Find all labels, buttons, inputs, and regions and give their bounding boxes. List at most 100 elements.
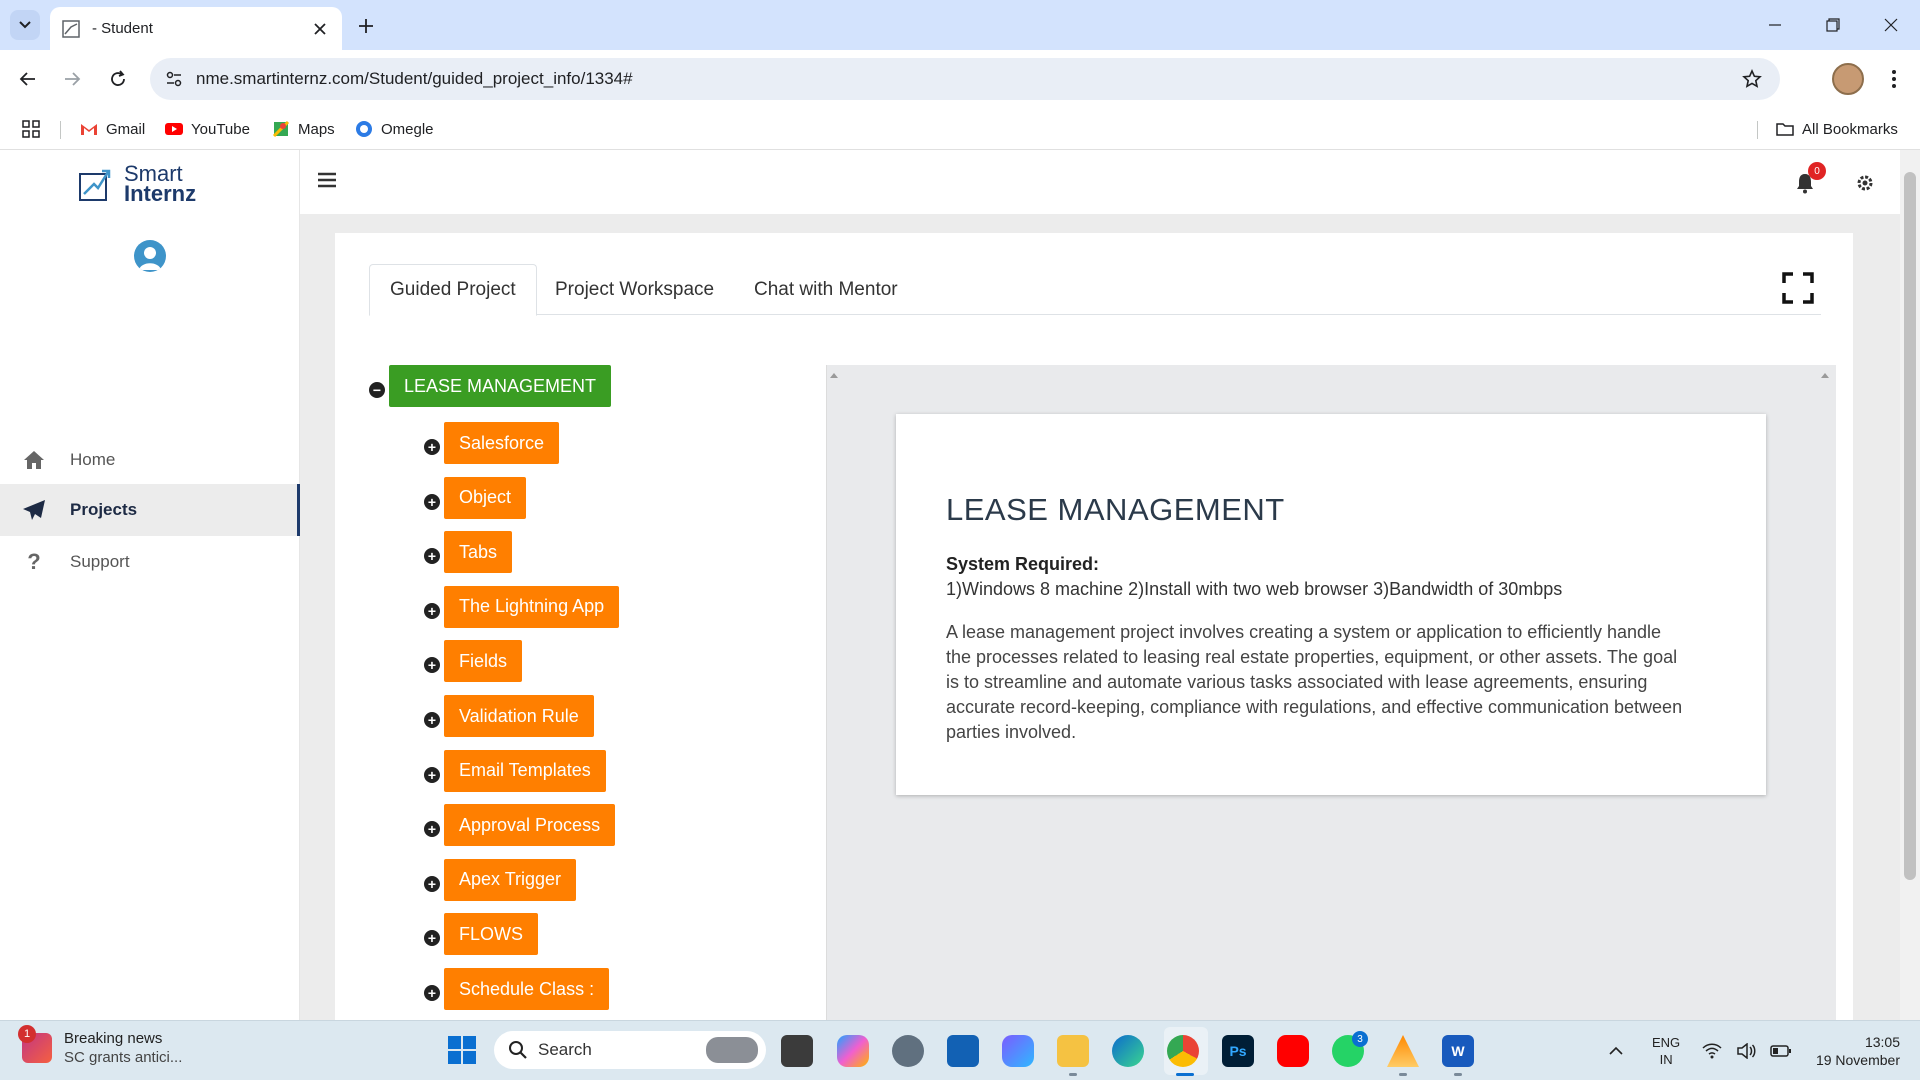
sidebar-item-label: Projects xyxy=(70,500,138,519)
expand-icon[interactable]: + xyxy=(424,766,440,783)
sidebar-item-home[interactable]: Home xyxy=(0,434,300,486)
home-icon xyxy=(14,450,54,470)
vlc-icon[interactable] xyxy=(1387,1035,1419,1067)
battery-icon xyxy=(1770,1045,1791,1057)
back-button[interactable] xyxy=(12,63,44,95)
edge-icon[interactable] xyxy=(1112,1035,1144,1067)
word-icon[interactable]: W xyxy=(1442,1035,1474,1067)
restore-button[interactable] xyxy=(1804,0,1862,50)
browser-menu-icon[interactable] xyxy=(1880,63,1908,95)
taskbar-search[interactable]: Search xyxy=(494,1031,766,1069)
chrome-icon[interactable] xyxy=(1167,1035,1199,1067)
tree-node: + Salesforce xyxy=(424,422,560,464)
scroll-up-arrow-icon[interactable] xyxy=(829,370,839,380)
windows-start-icon[interactable] xyxy=(447,1035,477,1065)
tree-node-button[interactable]: Apex Trigger xyxy=(444,858,577,901)
youtube-app-icon[interactable] xyxy=(1277,1035,1309,1067)
address-bar[interactable]: nme.smartinternz.com/Student/guided_proj… xyxy=(150,58,1780,100)
taskbar-clock[interactable]: 13:05 19 November xyxy=(1800,1033,1900,1069)
tray-overflow-icon[interactable] xyxy=(1608,1021,1624,1080)
expand-icon[interactable]: + xyxy=(424,930,440,947)
copilot-icon[interactable] xyxy=(837,1035,869,1067)
expand-icon[interactable]: + xyxy=(424,712,440,728)
new-tab-button[interactable] xyxy=(352,12,380,40)
bookmark-gmail[interactable]: Gmail xyxy=(80,116,145,142)
expand-icon[interactable]: + xyxy=(424,875,440,892)
url-text[interactable]: nme.smartinternz.com/Student/guided_proj… xyxy=(196,69,1732,89)
news-widget[interactable]: 1 Breaking news SC grants antici... xyxy=(18,1025,182,1067)
minimize-button[interactable] xyxy=(1746,0,1804,50)
news-title: Breaking news xyxy=(64,1030,163,1047)
sidebar-item-support[interactable]: ? Support xyxy=(0,536,300,588)
page-scrollbar-thumb[interactable] xyxy=(1904,172,1916,880)
expand-icon[interactable]: + xyxy=(424,821,440,838)
tree-node-button[interactable]: The Lightning App xyxy=(444,585,620,628)
tab-search-button[interactable] xyxy=(10,10,40,40)
browser-tab[interactable]: - Student xyxy=(50,7,342,50)
bookmark-star-icon[interactable] xyxy=(1732,58,1772,100)
youtube-icon xyxy=(165,123,183,135)
settings-app-icon[interactable] xyxy=(892,1035,924,1067)
photoshop-icon[interactable]: Ps xyxy=(1222,1035,1254,1067)
tree-root: − LEASE MANAGEMENT xyxy=(369,365,612,407)
tab-guided-project[interactable]: Guided Project xyxy=(369,264,537,316)
photos-icon[interactable] xyxy=(1002,1035,1034,1067)
tree-node-button[interactable]: Validation Rule xyxy=(444,695,594,737)
page-favicon-icon xyxy=(62,19,80,38)
expand-icon[interactable]: + xyxy=(424,548,440,565)
tab-project-workspace[interactable]: Project Workspace xyxy=(535,264,734,315)
bookmark-omegle[interactable]: Omegle xyxy=(355,116,434,142)
omegle-icon xyxy=(356,121,372,137)
project-title: LEASE MANAGEMENT xyxy=(946,492,1285,527)
bookmark-maps[interactable]: Maps xyxy=(272,116,335,142)
scroll-up-arrow-icon[interactable] xyxy=(1820,370,1830,380)
file-explorer-icon[interactable] xyxy=(1057,1035,1089,1067)
tree-node-button[interactable]: Schedule Class : xyxy=(444,968,610,1010)
task-view-icon[interactable] xyxy=(781,1035,813,1067)
running-indicator xyxy=(1069,1073,1077,1076)
site-info-icon[interactable] xyxy=(154,58,194,100)
user-icon xyxy=(139,247,161,270)
expand-icon[interactable]: + xyxy=(424,493,440,510)
window-controls xyxy=(1746,0,1920,50)
search-icon xyxy=(509,1041,527,1059)
tab-chat-with-mentor[interactable]: Chat with Mentor xyxy=(734,264,918,315)
wifi-icon xyxy=(1702,1043,1722,1059)
tree-node-button[interactable]: FLOWS xyxy=(444,913,539,956)
expand-icon[interactable]: + xyxy=(424,657,440,674)
fullscreen-icon[interactable] xyxy=(1782,272,1814,304)
expand-icon[interactable]: + xyxy=(424,602,440,619)
tree-root-button[interactable]: LEASE MANAGEMENT xyxy=(389,365,612,407)
tree-node-button[interactable]: Tabs xyxy=(444,531,513,574)
user-avatar[interactable] xyxy=(134,240,166,272)
question-icon: ? xyxy=(27,549,41,574)
clock-date: 19 November xyxy=(1815,1052,1900,1068)
tree-node-button[interactable]: Object xyxy=(444,476,527,519)
collapse-icon[interactable]: − xyxy=(369,382,385,398)
store-icon[interactable] xyxy=(947,1035,979,1067)
close-window-button[interactable] xyxy=(1862,0,1920,50)
brand-logo[interactable]: Smart Internz xyxy=(78,163,196,205)
hamburger-menu-icon[interactable] xyxy=(318,172,336,188)
close-tab-icon[interactable] xyxy=(310,19,330,39)
forward-button[interactable] xyxy=(56,63,88,95)
expand-icon[interactable]: + xyxy=(424,985,440,1001)
news-text: Breaking news SC grants antici... xyxy=(64,1029,182,1067)
profile-avatar[interactable] xyxy=(1832,63,1864,95)
language-indicator[interactable]: ENG IN xyxy=(1652,1021,1680,1080)
tree-node-button[interactable]: Salesforce xyxy=(444,422,560,464)
sidebar-item-projects[interactable]: Projects xyxy=(0,484,300,536)
reload-button[interactable] xyxy=(102,63,134,95)
expand-icon[interactable]: + xyxy=(424,439,440,455)
gear-icon[interactable] xyxy=(1856,174,1874,192)
tree-node-button[interactable]: Fields xyxy=(444,640,523,683)
running-indicator xyxy=(1454,1073,1462,1076)
all-bookmarks-button[interactable]: All Bookmarks xyxy=(1776,116,1898,142)
system-tray[interactable] xyxy=(1702,1021,1792,1080)
search-highlight-image xyxy=(706,1037,758,1063)
tree-node-button[interactable]: Approval Process xyxy=(444,804,616,847)
tree-node-button[interactable]: Email Templates xyxy=(444,749,606,792)
bookmark-youtube[interactable]: YouTube xyxy=(165,116,250,142)
app-topbar: 0 xyxy=(300,150,1904,214)
apps-grid-icon[interactable] xyxy=(22,116,40,142)
